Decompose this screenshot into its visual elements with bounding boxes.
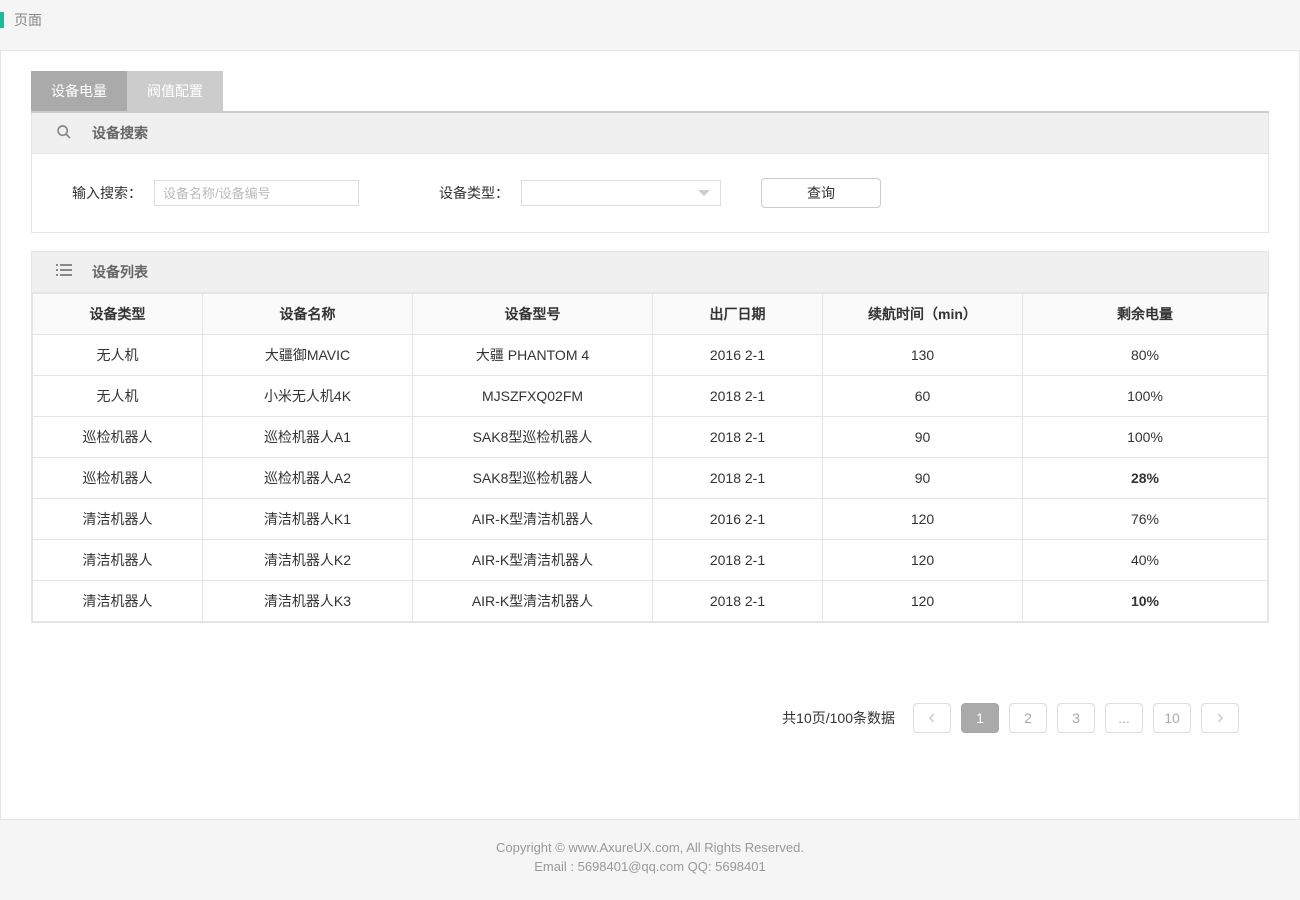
page-ellipsis: ... [1105, 703, 1143, 733]
table-cell: 2016 2-1 [653, 335, 823, 376]
footer-line2: Email : 5698401@qq.com QQ: 5698401 [0, 859, 1300, 874]
page-button-2[interactable]: 2 [1009, 703, 1047, 733]
table-header-row: 设备类型设备名称设备型号出厂日期续航时间（min）剩余电量 [33, 294, 1268, 335]
table-cell: 100% [1023, 417, 1268, 458]
table-cell: 2018 2-1 [653, 458, 823, 499]
footer-line1: Copyright © www.AxureUX.com, All Rights … [0, 840, 1300, 855]
table-cell: 100% [1023, 376, 1268, 417]
table-header-cell: 剩余电量 [1023, 294, 1268, 335]
page-prev-button[interactable] [913, 703, 951, 733]
table-cell: 2016 2-1 [653, 499, 823, 540]
query-button[interactable]: 查询 [761, 178, 881, 208]
table-cell: 清洁机器人K3 [203, 581, 413, 622]
table-header-cell: 设备类型 [33, 294, 203, 335]
search-section: 设备搜索 输入搜索： 设备类型： 查询 [31, 113, 1269, 233]
table-cell: AIR-K型清洁机器人 [413, 540, 653, 581]
table-row[interactable]: 清洁机器人清洁机器人K1AIR-K型清洁机器人2016 2-112076% [33, 499, 1268, 540]
table-cell: 巡检机器人A1 [203, 417, 413, 458]
table-cell: 120 [823, 581, 1023, 622]
table-cell: 清洁机器人K1 [203, 499, 413, 540]
tab-0[interactable]: 设备电量 [31, 71, 127, 111]
search-input-label: 输入搜索： [72, 183, 142, 203]
table-cell: 28% [1023, 458, 1268, 499]
pagination: 123... 10 [913, 703, 1239, 733]
page-next-button[interactable] [1201, 703, 1239, 733]
main-card: 设备电量阀值配置 设备搜索 输入搜索： 设备类型： 查询 [0, 50, 1300, 820]
list-section-header: 设备列表 [32, 252, 1268, 293]
table-cell: SAK8型巡检机器人 [413, 458, 653, 499]
table-cell: 无人机 [33, 335, 203, 376]
search-body: 输入搜索： 设备类型： 查询 [32, 154, 1268, 232]
page-title: 页面 [14, 10, 42, 30]
chevron-down-icon [698, 190, 710, 196]
tabs: 设备电量阀值配置 [31, 71, 1269, 113]
page-button-1[interactable]: 1 [961, 703, 999, 733]
table-cell: 2018 2-1 [653, 376, 823, 417]
table-header-cell: 续航时间（min） [823, 294, 1023, 335]
device-type-label: 设备类型： [439, 183, 509, 203]
list-section: 设备列表 设备类型设备名称设备型号出厂日期续航时间（min）剩余电量 无人机大疆… [31, 251, 1269, 623]
table-cell: 无人机 [33, 376, 203, 417]
table-cell: 清洁机器人K2 [203, 540, 413, 581]
table-cell: 小米无人机4K [203, 376, 413, 417]
list-icon [56, 264, 72, 281]
page-header-marker [0, 12, 4, 28]
table-row[interactable]: 清洁机器人清洁机器人K3AIR-K型清洁机器人2018 2-112010% [33, 581, 1268, 622]
table-cell: AIR-K型清洁机器人 [413, 499, 653, 540]
table-cell: 40% [1023, 540, 1268, 581]
table-row[interactable]: 巡检机器人巡检机器人A2SAK8型巡检机器人2018 2-19028% [33, 458, 1268, 499]
list-section-title: 设备列表 [92, 262, 148, 282]
table-cell: 2018 2-1 [653, 540, 823, 581]
table-cell: AIR-K型清洁机器人 [413, 581, 653, 622]
table-cell: MJSZFXQ02FM [413, 376, 653, 417]
table-row[interactable]: 无人机小米无人机4KMJSZFXQ02FM2018 2-160100% [33, 376, 1268, 417]
table-body: 无人机大疆御MAVIC大疆 PHANTOM 42016 2-113080%无人机… [33, 335, 1268, 622]
footer: Copyright © www.AxureUX.com, All Rights … [0, 820, 1300, 886]
search-icon [56, 124, 72, 143]
table-cell: 巡检机器人 [33, 417, 203, 458]
table-cell: 巡检机器人 [33, 458, 203, 499]
table-cell: 90 [823, 458, 1023, 499]
table-cell: 2018 2-1 [653, 417, 823, 458]
table-header-cell: 设备型号 [413, 294, 653, 335]
device-type-select[interactable] [521, 180, 721, 206]
search-input[interactable] [154, 180, 359, 206]
page-button-3[interactable]: 3 [1057, 703, 1095, 733]
table-cell: 2018 2-1 [653, 581, 823, 622]
table-header-cell: 出厂日期 [653, 294, 823, 335]
table-cell: 清洁机器人 [33, 540, 203, 581]
table-cell: 巡检机器人A2 [203, 458, 413, 499]
search-section-title: 设备搜索 [92, 123, 148, 143]
table-cell: 120 [823, 499, 1023, 540]
table-cell: 大疆 PHANTOM 4 [413, 335, 653, 376]
device-table: 设备类型设备名称设备型号出厂日期续航时间（min）剩余电量 无人机大疆御MAVI… [32, 293, 1268, 622]
table-cell: 大疆御MAVIC [203, 335, 413, 376]
table-cell: 80% [1023, 335, 1268, 376]
table-row[interactable]: 清洁机器人清洁机器人K2AIR-K型清洁机器人2018 2-112040% [33, 540, 1268, 581]
table-cell: 76% [1023, 499, 1268, 540]
table-header-cell: 设备名称 [203, 294, 413, 335]
page-button-10[interactable]: 10 [1153, 703, 1191, 733]
chevron-right-icon [1215, 713, 1225, 723]
table-cell: 120 [823, 540, 1023, 581]
table-row[interactable]: 无人机大疆御MAVIC大疆 PHANTOM 42016 2-113080% [33, 335, 1268, 376]
pagination-row: 共10页/100条数据 123... 10 [31, 703, 1269, 733]
table-cell: 清洁机器人 [33, 581, 203, 622]
pagination-info: 共10页/100条数据 [782, 708, 895, 728]
table-cell: 60 [823, 376, 1023, 417]
table-cell: 90 [823, 417, 1023, 458]
tab-1[interactable]: 阀值配置 [127, 71, 223, 111]
table-cell: SAK8型巡检机器人 [413, 417, 653, 458]
table-row[interactable]: 巡检机器人巡检机器人A1SAK8型巡检机器人2018 2-190100% [33, 417, 1268, 458]
table-cell: 130 [823, 335, 1023, 376]
table-cell: 10% [1023, 581, 1268, 622]
chevron-left-icon [927, 713, 937, 723]
page-header: 页面 [0, 0, 1300, 40]
table-cell: 清洁机器人 [33, 499, 203, 540]
search-section-header: 设备搜索 [32, 113, 1268, 154]
